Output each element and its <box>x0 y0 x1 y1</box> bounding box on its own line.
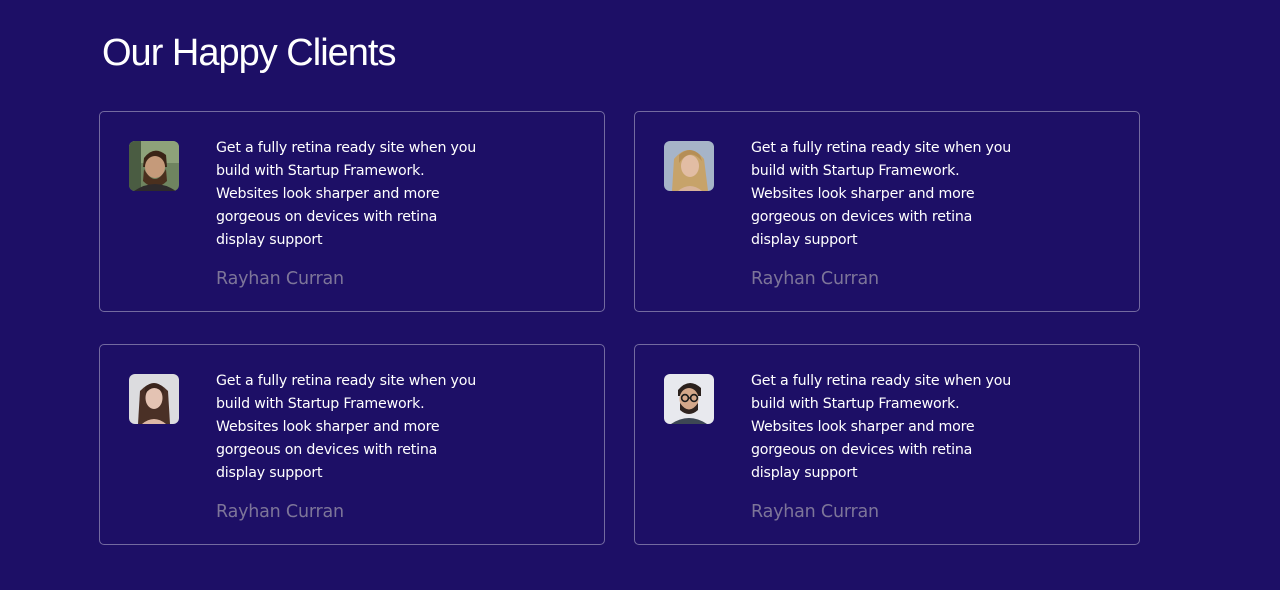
testimonial-author: Rayhan Curran <box>751 502 879 522</box>
testimonial-author: Rayhan Curran <box>751 269 879 289</box>
testimonial-card: Get a fully retina ready site when you b… <box>634 344 1140 545</box>
testimonial-card: Get a fully retina ready site when you b… <box>99 344 605 545</box>
testimonial-quote: Get a fully retina ready site when you b… <box>216 373 477 481</box>
testimonial-card: Get a fully retina ready site when you b… <box>634 111 1140 312</box>
testimonial-quote: Get a fully retina ready site when you b… <box>216 140 477 248</box>
clients-section: Our Happy Clients Get a fully retina rea… <box>0 0 1280 590</box>
avatar <box>129 141 179 191</box>
section-title: Our Happy Clients <box>102 32 396 74</box>
testimonial-author: Rayhan Curran <box>216 269 344 289</box>
testimonial-quote: Get a fully retina ready site when you b… <box>751 140 1012 248</box>
testimonial-card: Get a fully retina ready site when you b… <box>99 111 605 312</box>
testimonial-author: Rayhan Curran <box>216 502 344 522</box>
testimonial-quote: Get a fully retina ready site when you b… <box>751 373 1012 481</box>
man-with-glasses-photo <box>664 374 714 424</box>
bearded-man-photo <box>129 141 179 191</box>
avatar <box>664 374 714 424</box>
blonde-woman-photo <box>664 141 714 191</box>
avatar <box>129 374 179 424</box>
avatar <box>664 141 714 191</box>
dark-haired-woman-photo <box>129 374 179 424</box>
